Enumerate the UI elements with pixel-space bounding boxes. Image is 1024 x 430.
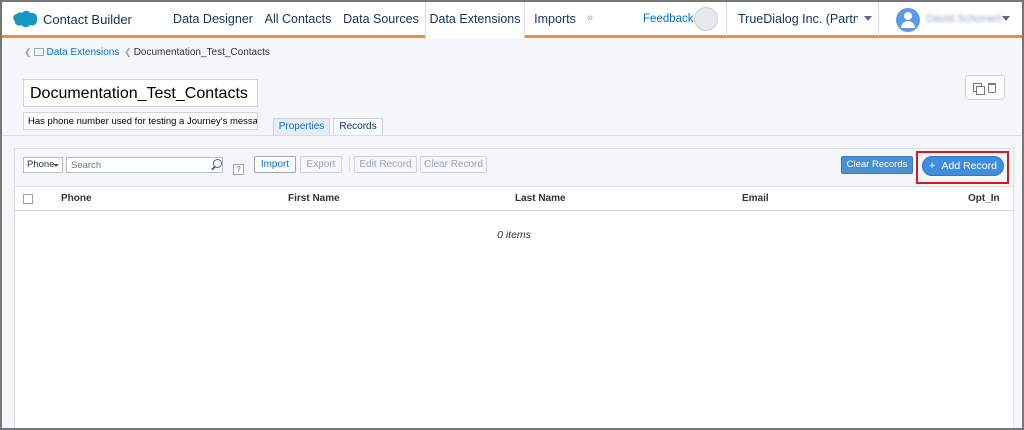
app-frame: Contact Builder Data Designer All Contac… [0, 0, 1024, 430]
trash-icon[interactable] [988, 83, 996, 93]
feedback-link[interactable]: Feedback [643, 13, 694, 25]
empty-state-text: 0 items [497, 229, 531, 241]
header-divider [2, 135, 1022, 136]
nav-data-extensions[interactable]: Data Extensions [425, 2, 525, 39]
breadcrumb-chevron-icon: ❮ [124, 47, 132, 57]
records-toolbar: Phone ? Import Export Edit Record Clear … [15, 149, 1013, 187]
edit-record-button[interactable]: Edit Record [354, 156, 417, 173]
nav-more-icon[interactable]: » [587, 12, 593, 24]
tab-records[interactable]: Records [333, 118, 383, 136]
copy-icon[interactable] [973, 83, 985, 95]
app-title[interactable]: Contact Builder [43, 12, 132, 27]
toolbar-divider [349, 157, 350, 172]
chevron-down-icon[interactable] [864, 16, 872, 21]
breadcrumb-current: Documentation_Test_Contacts [133, 47, 270, 58]
tab-properties[interactable]: Properties [273, 118, 330, 135]
plus-icon: + [929, 160, 936, 172]
column-header-email[interactable]: Email [742, 193, 769, 204]
nav-all-contacts[interactable]: All Contacts [259, 2, 337, 36]
astro-avatar-icon[interactable] [694, 7, 718, 31]
nav-data-sources[interactable]: Data Sources [337, 2, 425, 36]
export-button[interactable]: Export [300, 156, 342, 173]
records-table-header: Phone First Name Last Name Email Opt_In [15, 187, 1013, 211]
data-extension-icon [33, 48, 44, 56]
column-header-opt-in[interactable]: Opt_In [968, 193, 1000, 204]
column-header-first-name[interactable]: First Name [288, 193, 340, 204]
breadcrumb-chevron-icon: ❮ [24, 47, 32, 57]
top-nav: Contact Builder Data Designer All Contac… [2, 2, 1022, 39]
nav-imports[interactable]: Imports [525, 2, 585, 36]
clear-records-button[interactable]: Clear Records [841, 156, 913, 174]
breadcrumb-data-extensions[interactable]: Data Extensions [47, 47, 120, 58]
records-panel: Phone ? Import Export Edit Record Clear … [14, 148, 1014, 428]
column-header-last-name[interactable]: Last Name [515, 193, 566, 204]
extension-actions [965, 75, 1005, 100]
clear-record-button[interactable]: Clear Record [420, 156, 487, 173]
user-avatar-icon[interactable] [896, 8, 920, 32]
chevron-down-icon[interactable] [1002, 16, 1010, 21]
import-button[interactable]: Import [254, 156, 296, 173]
search-icon[interactable] [209, 158, 223, 172]
user-name[interactable]: David Schonert [926, 13, 1001, 25]
nav-data-designer[interactable]: Data Designer [167, 2, 259, 36]
breadcrumb: ❮ Data Extensions ❮ Documentation_Test_Con… [22, 47, 270, 58]
extension-name[interactable]: Documentation_Test_Contacts [23, 79, 258, 107]
search-field-select[interactable]: Phone [23, 157, 63, 173]
add-record-label: Add Record [941, 160, 997, 172]
select-all-checkbox[interactable] [23, 194, 33, 204]
nav-divider [726, 2, 727, 36]
search-input[interactable] [66, 157, 223, 173]
extension-description[interactable]: Has phone number used for testing a Jour… [23, 112, 258, 130]
column-header-phone[interactable]: Phone [61, 193, 92, 204]
nav-divider [878, 2, 879, 36]
help-icon[interactable]: ? [233, 164, 244, 175]
org-switcher[interactable]: TrueDialog Inc. (Partner... [738, 12, 858, 26]
add-record-button[interactable]: + Add Record [922, 156, 1004, 176]
salesforce-cloud-icon[interactable] [12, 10, 38, 28]
